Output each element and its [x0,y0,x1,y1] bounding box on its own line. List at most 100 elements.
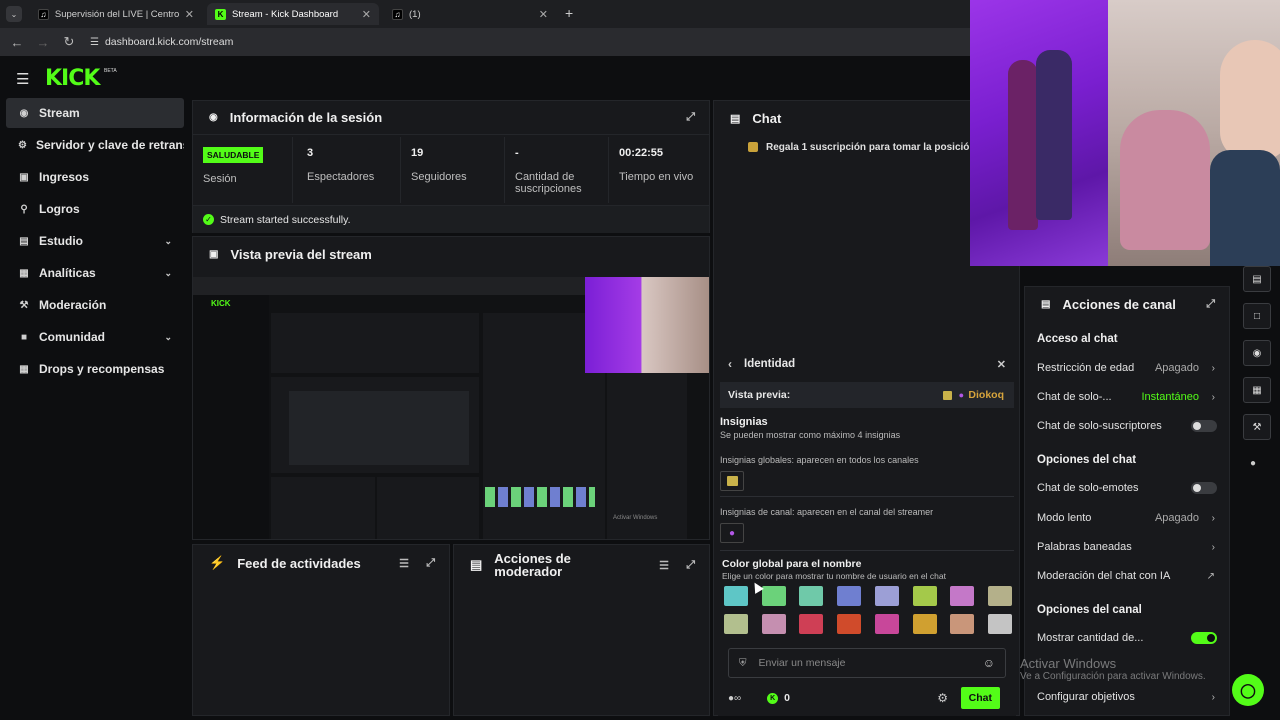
color-swatch[interactable] [950,586,975,606]
show-count-toggle[interactable] [1191,632,1217,644]
stat-label: Cantidad de suscripciones [515,171,582,195]
section-chat-options: Opciones del chat [1037,454,1137,466]
stream-preview-video[interactable]: KICK Activar Windows [193,277,709,539]
stat-label: Tiempo en vivo [619,171,694,183]
color-swatch[interactable] [761,614,786,634]
kick-logo[interactable]: KICK [45,66,100,91]
reload-icon[interactable]: ↻ [56,34,82,50]
preview-session-panel [271,313,479,373]
sidebar-item-revenue[interactable]: ▣ Ingresos [6,162,184,192]
close-tab-icon[interactable]: ✕ [362,8,371,21]
sidebar-item-server-key[interactable]: ⚙ Servidor y clave de retransmisión [6,130,184,160]
color-swatch[interactable] [912,614,937,634]
sidebar-item-analytics[interactable]: ▦ Analíticas ⌄ [6,258,184,288]
subs-only-row: Chat de solo-suscriptores [1037,417,1217,435]
gear-icon[interactable]: ⚙ [937,691,948,705]
rail-button-panels[interactable]: ▤ [1243,266,1271,292]
check-circle-icon: ✓ [203,214,214,225]
server-icon: ⚙ [18,139,27,151]
color-swatch[interactable] [761,586,786,606]
panel-title: Feed de actividades [237,555,361,571]
forward-icon[interactable]: → [30,35,56,50]
stat-label: Seguidores [411,171,467,183]
url-field[interactable]: dashboard.kick.com/stream [105,36,233,48]
users-icon[interactable]: ●∞ [728,693,741,704]
row-label: Chat de solo-suscriptores [1037,420,1162,432]
preview-kick-logo: KICK [211,299,231,308]
expand-icon[interactable]: ⤢ [686,559,695,572]
rail-button-chat[interactable]: □ [1243,303,1271,329]
back-icon[interactable]: ← [4,35,30,50]
row-label: Modo lento [1037,512,1092,524]
rail-button-preview[interactable]: ◉ [1243,340,1271,366]
color-swatch[interactable] [837,586,862,606]
sidebar-item-moderation[interactable]: ⚒ Moderación [6,290,184,320]
channel-badge-item[interactable]: ● [720,523,744,543]
chat-input[interactable]: ⛨ Enviar un mensaje ☺ [728,648,1006,678]
expand-icon[interactable]: ⤢ [1206,298,1215,311]
row-label: Configurar objetivos [1037,691,1135,703]
age-restriction-row[interactable]: Restricción de edad Apagado › [1037,359,1217,377]
site-settings-icon[interactable]: ☰ [90,37,99,48]
color-swatch[interactable] [837,614,862,634]
banned-words-row[interactable]: Palabras baneadas › [1037,538,1217,556]
webcam-figure-suit [1036,50,1072,220]
rail-button-moderation[interactable]: ⚒ [1243,414,1271,440]
emoji-icon[interactable]: ☺ [983,656,995,670]
rail-more-icon[interactable]: ● [1250,458,1256,469]
divider [720,496,1014,497]
subs-only-toggle[interactable] [1191,420,1217,432]
pinned-message[interactable]: Regala 1 suscripción para tomar la posic… [748,139,978,155]
color-swatch[interactable] [799,586,824,606]
studio-icon: ▤ [19,235,29,247]
close-tab-icon[interactable]: ✕ [185,8,194,21]
back-chevron-icon[interactable]: ‹ [728,357,732,371]
color-swatch[interactable] [987,614,1012,634]
badge-subscriber-icon [943,390,952,400]
close-icon[interactable]: ✕ [997,358,1006,371]
goals-row[interactable]: Configurar objetivos › [1037,688,1217,706]
color-swatch[interactable] [874,614,899,634]
wrench-icon: ⚒ [19,299,29,311]
color-swatch[interactable] [912,586,937,606]
menu-icon[interactable]: ☰ [16,70,29,88]
new-tab-button[interactable]: + [565,5,573,21]
global-badge-item[interactable] [720,471,744,491]
send-chat-button[interactable]: Chat [960,687,1000,709]
sidebar-item-label: Logros [39,202,80,216]
browser-tab-tiktok-live[interactable]: ♫ Supervisión del LIVE | Centro LI ✕ [30,3,202,25]
sidebar-item-stream[interactable]: ◉ Stream [6,98,184,128]
sidebar-item-community[interactable]: ■ Comunidad ⌄ [6,322,184,352]
sidebar-item-drops[interactable]: ▦ Drops y recompensas [6,354,184,384]
close-tab-icon[interactable]: ✕ [539,8,548,21]
session-icon: ◉ [209,112,218,123]
expand-icon[interactable]: ⤢ [426,557,435,570]
sidebar-item-achievements[interactable]: ⚲ Logros [6,194,184,224]
filter-icon[interactable]: ☰ [399,557,409,570]
slow-mode-row[interactable]: Modo lento Apagado › [1037,509,1217,527]
sidebar-item-label: Comunidad [39,330,105,344]
color-swatch[interactable] [799,614,824,634]
emotes-only-toggle[interactable] [1191,482,1217,494]
name-color-title: Color global para el nombre [722,558,862,570]
color-swatch[interactable] [874,586,899,606]
color-swatch[interactable] [724,586,748,606]
color-swatch[interactable] [950,614,975,634]
browser-tab-kick-dashboard[interactable]: K Stream - Kick Dashboard ✕ [207,3,379,25]
color-swatch[interactable] [724,614,748,634]
ai-moderation-row[interactable]: Moderación del chat con IA ↗ [1037,567,1217,585]
filter-icon[interactable]: ☰ [659,559,669,572]
browser-tab-tiktok[interactable]: ♫ (1) ✕ [384,3,556,25]
chat-input-placeholder: Enviar un mensaje [758,657,846,669]
followers-only-row[interactable]: Chat de solo-... Instantáneo › [1037,388,1217,406]
sidebar-item-studio[interactable]: ▤ Estudio ⌄ [6,226,184,256]
preview-icon: ▣ [209,248,219,260]
moderator-actions-header: ▤ Acciones de moderador ☰ ⤢ [454,545,709,585]
preview-label: Vista previa: [728,389,791,401]
expand-icon[interactable]: ⤢ [686,111,695,124]
color-swatch[interactable] [987,586,1012,606]
rail-button-activity[interactable]: ▦ [1243,377,1271,403]
tab-list-chevron-icon[interactable]: ⌄ [6,6,22,22]
support-button[interactable]: ◯ [1232,674,1264,706]
stat-followers: 19 Seguidores [401,137,505,203]
